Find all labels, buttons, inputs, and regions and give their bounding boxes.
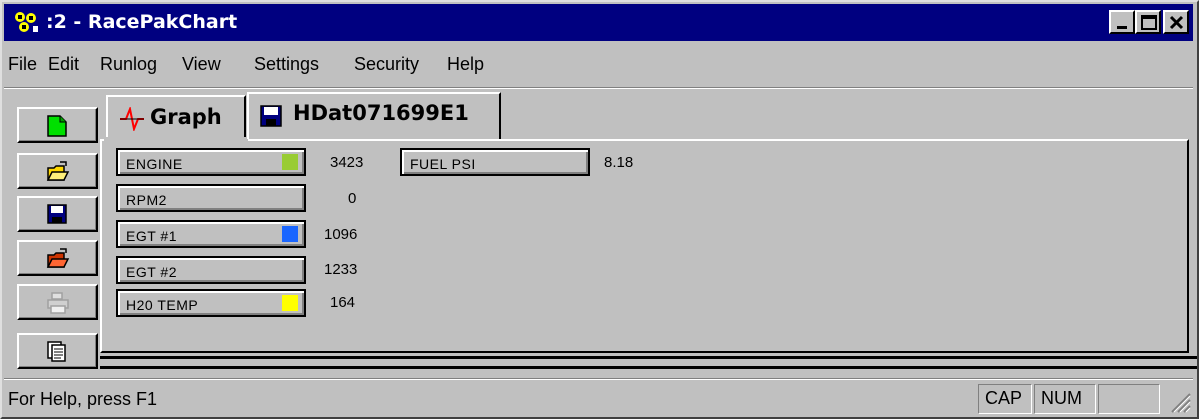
- status-separator: [4, 378, 1193, 380]
- open-button[interactable]: [17, 153, 98, 189]
- channel-rpm2-button[interactable]: RPM2: [116, 184, 306, 212]
- menu-security[interactable]: Security: [354, 54, 419, 75]
- channel-label: FUEL PSI: [410, 156, 476, 172]
- menu-separator: [4, 87, 1193, 89]
- window-title: :2 - RacePakChart: [46, 11, 238, 33]
- color-swatch: [282, 154, 298, 170]
- tab-graph[interactable]: Graph: [106, 95, 246, 137]
- splitter[interactable]: [100, 356, 1197, 359]
- channel-label: ENGINE: [126, 156, 183, 172]
- save-button[interactable]: [17, 196, 98, 232]
- restore-icon: [1141, 15, 1157, 30]
- channel-label: EGT #1: [126, 228, 177, 244]
- color-swatch: [282, 226, 298, 242]
- channel-engine-button[interactable]: ENGINE: [116, 148, 306, 176]
- menu-runlog[interactable]: Runlog: [100, 54, 157, 75]
- print-icon: [47, 292, 69, 314]
- status-num: NUM: [1034, 384, 1096, 414]
- minimize-icon: [1117, 26, 1127, 29]
- channel-h20temp-value: 164: [330, 294, 356, 311]
- tab-hdat-label: HDat071699E1: [293, 101, 469, 125]
- color-swatch: [282, 295, 298, 311]
- close-icon: [1169, 15, 1184, 30]
- open-folder-icon: [46, 161, 70, 181]
- status-scrl: [1098, 384, 1160, 414]
- menu-file[interactable]: File: [8, 54, 37, 75]
- channel-h20temp-button[interactable]: H20 TEMP: [116, 289, 306, 317]
- floppy-disk-icon: [260, 105, 282, 127]
- status-cap: CAP: [978, 384, 1032, 414]
- channel-label: H20 TEMP: [126, 297, 199, 313]
- menu-settings[interactable]: Settings: [254, 54, 319, 75]
- title-bar[interactable]: :2 - RacePakChart: [4, 4, 1193, 41]
- import-button[interactable]: [17, 240, 98, 276]
- channel-egt1-button[interactable]: EGT #1: [116, 220, 306, 248]
- resize-grip-icon[interactable]: [1168, 390, 1192, 414]
- restore-button[interactable]: [1135, 10, 1161, 34]
- status-help-text: For Help, press F1: [8, 389, 158, 409]
- menu-view[interactable]: View: [182, 54, 221, 75]
- close-button[interactable]: [1163, 10, 1189, 34]
- waveform-icon: [120, 107, 144, 131]
- copy-button-overlay: [17, 333, 98, 369]
- menu-help[interactable]: Help: [447, 54, 484, 75]
- tab-graph-label: Graph: [150, 105, 222, 129]
- import-folder-icon: [46, 248, 70, 268]
- channel-fuelpsi-button[interactable]: FUEL PSI: [400, 148, 590, 176]
- splitter-lower[interactable]: [100, 366, 1197, 369]
- channel-engine-value: 3423: [330, 154, 364, 171]
- channel-rpm2-value: 0: [348, 190, 357, 207]
- save-disk-icon: [47, 204, 67, 224]
- channel-egt2-value: 1233: [324, 261, 358, 278]
- new-document-icon: [47, 115, 67, 137]
- channel-fuelpsi-value: 8.18: [604, 154, 634, 171]
- tab-hdat[interactable]: HDat071699E1: [247, 92, 501, 140]
- menu-bar: File Edit Runlog View Settings Security …: [4, 44, 1193, 84]
- channel-egt1-value: 1096: [324, 226, 358, 243]
- minimize-button[interactable]: [1109, 10, 1135, 34]
- app-icon: [12, 9, 40, 35]
- new-button[interactable]: [17, 107, 98, 143]
- copy-pages-icon: [47, 341, 66, 362]
- menu-edit[interactable]: Edit: [48, 54, 79, 75]
- print-button[interactable]: [17, 284, 98, 320]
- channel-label: EGT #2: [126, 264, 177, 280]
- channel-egt2-button[interactable]: EGT #2: [116, 256, 306, 284]
- channel-label: RPM2: [126, 192, 167, 208]
